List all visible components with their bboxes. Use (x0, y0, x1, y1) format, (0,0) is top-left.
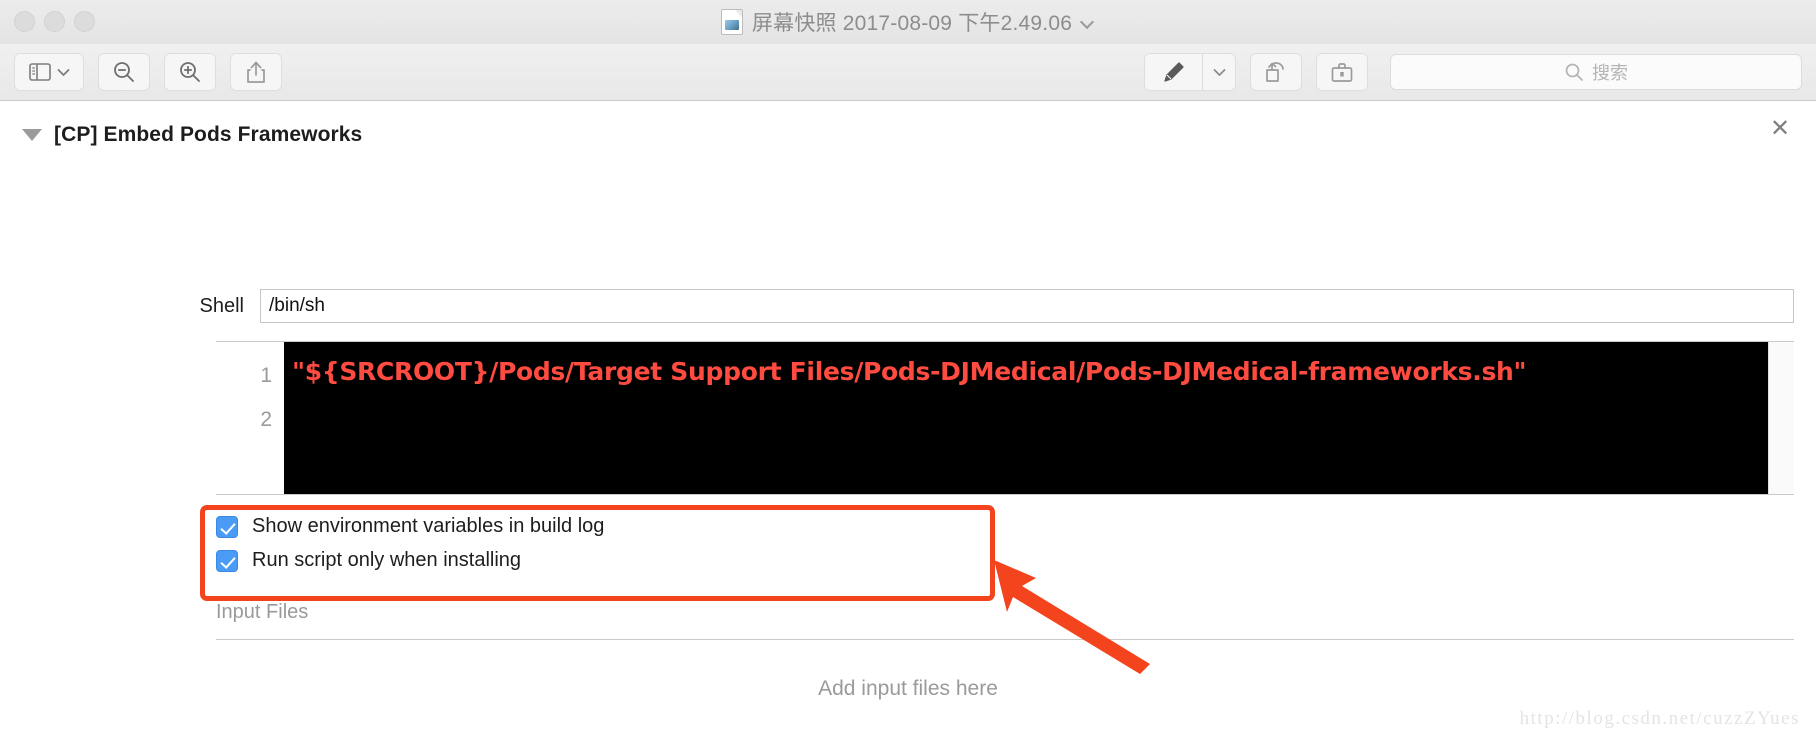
rotate-left-icon (1264, 60, 1288, 84)
line-number: 2 (260, 408, 272, 431)
markup-pen-section[interactable] (1145, 54, 1203, 90)
arrow-pointer-annotation (990, 556, 1170, 676)
markup-toolbox-button[interactable] (1316, 53, 1368, 91)
chevron-down-icon (57, 68, 70, 77)
rotate-button[interactable] (1250, 53, 1302, 91)
markup-toolbox-icon (1330, 61, 1354, 83)
share-upload-icon (245, 60, 267, 84)
sidebar-toggle-button[interactable] (14, 53, 84, 91)
sidebar-panel-icon (28, 63, 51, 81)
add-input-files-hint[interactable]: Add input files here (0, 677, 1816, 701)
script-editor[interactable]: 1 2 "${SRCROOT}/Pods/Target Support File… (216, 341, 1794, 495)
zoom-out-button[interactable] (98, 53, 150, 91)
preview-document-icon (720, 9, 743, 35)
main-toolbar: 搜索 (0, 44, 1816, 101)
shell-input[interactable]: /bin/sh (260, 289, 1794, 323)
build-phase-header[interactable]: [CP] Embed Pods Frameworks (0, 115, 1816, 155)
markup-pen-icon (1162, 60, 1186, 84)
page-title: [CP] Embed Pods Frameworks (54, 123, 363, 146)
close-icon[interactable]: ✕ (1766, 115, 1794, 143)
search-input[interactable]: 搜索 (1592, 59, 1628, 85)
window-title-group: 屏幕快照 2017-08-09 下午2.49.06 (0, 0, 1816, 44)
input-files-label: Input Files (216, 601, 309, 623)
line-number-gutter: 1 2 (216, 342, 284, 494)
search-field[interactable]: 搜索 (1390, 54, 1802, 90)
chevron-down-icon (1213, 68, 1226, 77)
checkbox-checked-icon[interactable] (216, 515, 238, 538)
markup-options-section[interactable] (1203, 54, 1235, 90)
zoom-in-icon (178, 60, 202, 84)
window-titlebar: 屏幕快照 2017-08-09 下午2.49.06 (0, 0, 1816, 44)
content-area: [CP] Embed Pods Frameworks ✕ Shell /bin/… (0, 101, 1816, 738)
chevron-down-icon[interactable] (1081, 15, 1095, 29)
blog-watermark: http://blog.csdn.net/cuzzZYues (1519, 708, 1800, 729)
preview-window: 屏幕快照 2017-08-09 下午2.49.06 搜索 [CP] Embed … (0, 0, 1816, 738)
disclosure-triangle-open-icon[interactable] (22, 129, 42, 141)
code-text-area[interactable]: "${SRCROOT}/Pods/Target Support Files/Po… (284, 342, 1768, 494)
option-label: Show environment variables in build log (252, 515, 605, 537)
zoom-in-button[interactable] (164, 53, 216, 91)
search-icon (1564, 62, 1584, 82)
share-button[interactable] (230, 53, 282, 91)
shell-row: Shell /bin/sh (0, 289, 1794, 323)
line-number: 1 (260, 364, 272, 387)
option-show-environment-variables[interactable]: Show environment variables in build log (216, 515, 604, 538)
checkbox-checked-icon[interactable] (216, 549, 238, 572)
script-code-line[interactable]: "${SRCROOT}/Pods/Target Support Files/Po… (292, 350, 1758, 394)
input-files-divider (216, 639, 1794, 640)
editor-scrollbar[interactable] (1768, 342, 1794, 494)
option-run-script-only-when-installing[interactable]: Run script only when installing (216, 549, 521, 572)
option-label: Run script only when installing (252, 549, 522, 571)
markup-tools-button[interactable] (1144, 53, 1236, 91)
shell-label: Shell (199, 294, 244, 317)
zoom-out-icon (112, 60, 136, 84)
window-title: 屏幕快照 2017-08-09 下午2.49.06 (751, 12, 1073, 35)
